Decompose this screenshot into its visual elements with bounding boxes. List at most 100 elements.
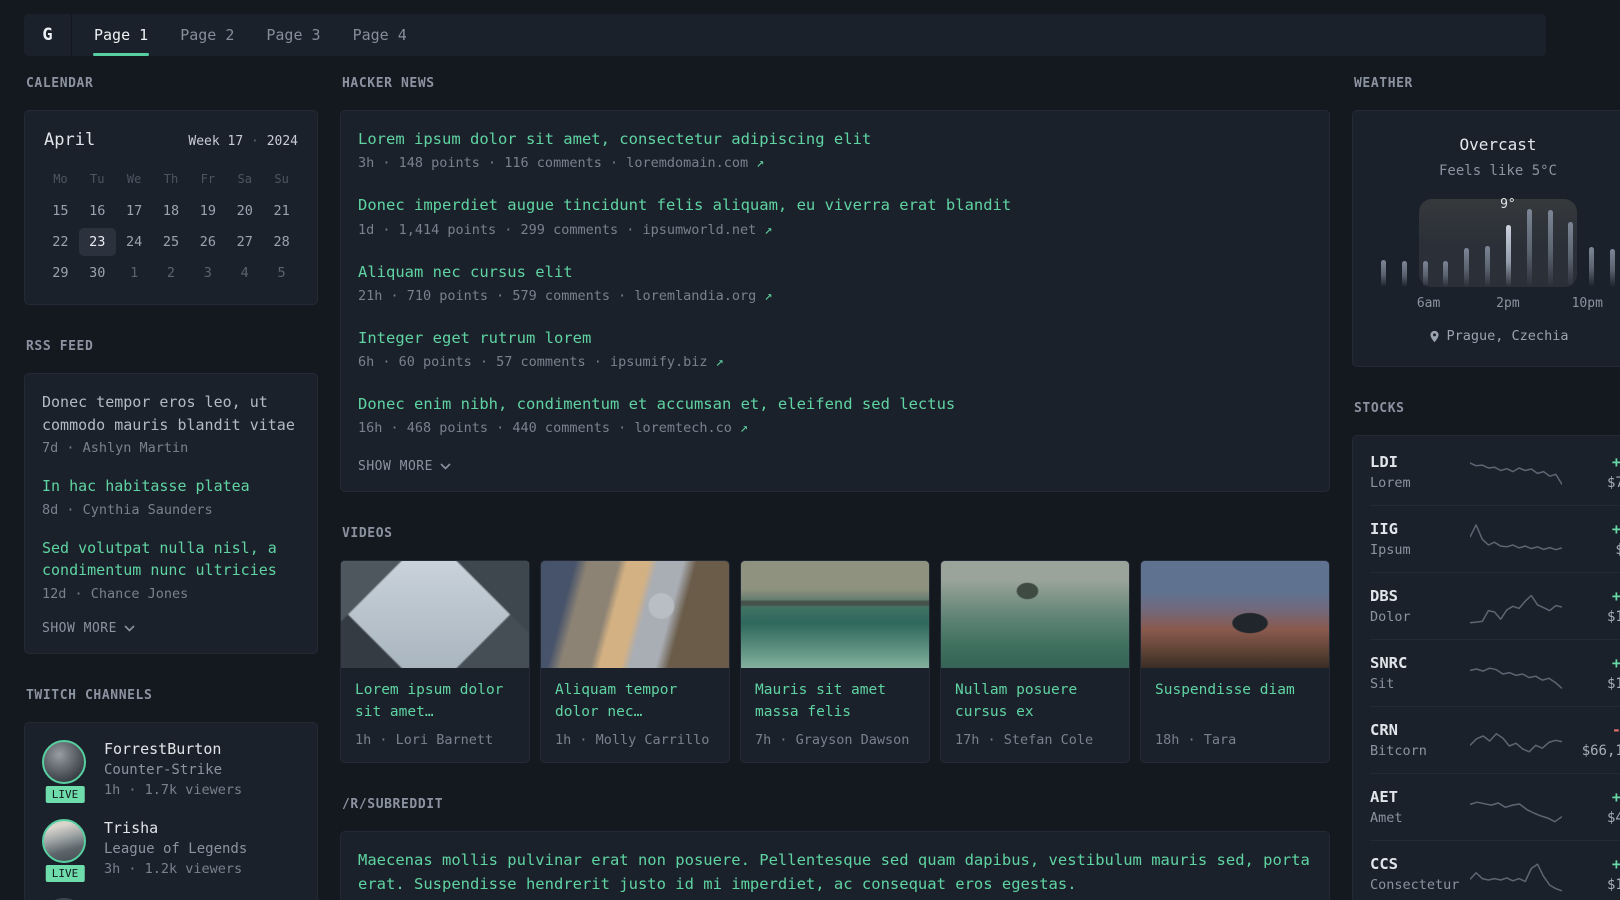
hn-item-domain-link[interactable]: ipsumworld.net ↗ bbox=[642, 222, 772, 238]
center-column: HACKER NEWS Lorem ipsum dolor sit amet, … bbox=[340, 76, 1330, 900]
subreddit-section-title: /R/SUBREDDIT bbox=[342, 797, 444, 813]
hn-item-link[interactable]: Donec enim nibh, condimentum et accumsan… bbox=[358, 393, 1312, 416]
tab-page-1[interactable]: Page 1 bbox=[78, 14, 164, 56]
stock-change: +0.92% bbox=[1611, 788, 1620, 806]
calendar-day-header: Th bbox=[163, 172, 179, 186]
tab-page-2[interactable]: Page 2 bbox=[164, 14, 250, 56]
weather-feels-like: Feels like 5°C bbox=[1438, 163, 1557, 179]
weather-bar bbox=[1422, 261, 1428, 287]
stocks-list: LDI Lorem +4.35% $795.18 IIG Ipsum +2.84% $42.0… bbox=[1370, 439, 1620, 900]
twitch-channel-list: LIVE ForrestBurton Counter-Strike 1h · 1.7k… bbox=[42, 739, 300, 900]
hn-show-more-label: SHOW MORE bbox=[358, 459, 433, 475]
tab-page-3[interactable]: Page 3 bbox=[250, 14, 336, 56]
calendar-day: 17 bbox=[126, 203, 143, 219]
calendar-day: 29 bbox=[52, 265, 69, 281]
hn-item-domain-link[interactable]: ipsumify.biz ↗ bbox=[610, 354, 724, 370]
weather-bar bbox=[1505, 225, 1511, 287]
weather-condition: Overcast bbox=[1459, 135, 1537, 154]
video-title-link[interactable]: Suspendisse diam bbox=[1155, 680, 1315, 724]
rss-show-more-label: SHOW MORE bbox=[42, 620, 117, 636]
rss-item: In hac habitasse platea 8d · Cynthia Saun… bbox=[42, 475, 300, 518]
columns: CALENDAR April Week 17 · 2024 Mo Tu We Th Fr… bbox=[24, 76, 1620, 900]
stock-row[interactable]: SNRC Sit +1.36% $148.64 bbox=[1370, 639, 1620, 706]
stock-row[interactable]: CCS Consectetur +0.51% $165.84 bbox=[1370, 840, 1620, 900]
rss-show-more-button[interactable]: SHOW MORE bbox=[42, 621, 300, 636]
calendar-week-year: Week 17 · 2024 bbox=[188, 134, 298, 149]
stock-row[interactable]: IIG Ipsum +2.84% $42.04 bbox=[1370, 505, 1620, 572]
video-title-link[interactable]: Mauris sit amet massa felis bbox=[755, 680, 915, 724]
stock-ticker: AET bbox=[1370, 788, 1398, 806]
stock-change: +4.35% bbox=[1611, 453, 1620, 471]
channel-avatar bbox=[42, 739, 86, 784]
video-title-link[interactable]: Aliquam tempor dolor nec pharetra… bbox=[555, 680, 715, 724]
subreddit-item-link[interactable]: Maecenas mollis pulvinar erat non posuer… bbox=[358, 849, 1312, 896]
stock-price: $66,171.48 bbox=[1581, 743, 1620, 759]
hn-item-domain-link[interactable]: loremdomain.com ↗ bbox=[626, 155, 764, 171]
stock-values: +2.84% $42.04 bbox=[1570, 520, 1620, 558]
calendar-day: 21 bbox=[273, 203, 290, 219]
calendar-day: 26 bbox=[199, 234, 216, 250]
hacker-news-card: Lorem ipsum dolor sit amet, consectetur … bbox=[340, 110, 1330, 493]
stock-sparkline bbox=[1470, 653, 1562, 693]
video-card[interactable]: Aliquam tempor dolor nec pharetra… 1h · M… bbox=[540, 560, 730, 764]
weather-section: WEATHER Overcast Feels like 5°C 9° 6am 2p… bbox=[1352, 76, 1620, 367]
stock-id: CCS Consectetur bbox=[1370, 855, 1462, 893]
video-card[interactable]: Suspendisse diam 18h · Tara bbox=[1140, 560, 1330, 764]
video-meta: 1h · Molly Carrillo bbox=[555, 732, 710, 749]
stock-row[interactable]: LDI Lorem +4.35% $795.18 bbox=[1370, 439, 1620, 505]
videos-section: VIDEOS Lorem ipsum dolor sit amet consec… bbox=[340, 526, 1330, 764]
tab-page-4[interactable]: Page 4 bbox=[337, 14, 423, 56]
live-badge: LIVE bbox=[43, 862, 87, 884]
calendar-month: April bbox=[44, 130, 96, 150]
calendar-day: 22 bbox=[52, 234, 69, 250]
subreddit-section: /R/SUBREDDIT Maecenas mollis pulvinar er… bbox=[340, 797, 1330, 900]
hn-show-more-button[interactable]: SHOW MORE bbox=[358, 459, 1312, 474]
stock-row[interactable]: AET Amet +0.92% $499.72 bbox=[1370, 773, 1620, 840]
stock-name: Consectetur bbox=[1370, 877, 1460, 893]
stock-price: $156.28 bbox=[1606, 609, 1620, 625]
stock-sparkline bbox=[1470, 720, 1562, 760]
map-pin-icon bbox=[1429, 330, 1439, 342]
hn-item-domain-link[interactable]: loremlandia.org ↗ bbox=[634, 288, 772, 304]
hn-item-link[interactable]: Donec imperdiet augue tincidunt felis al… bbox=[358, 194, 1312, 217]
calendar-year: 2024 bbox=[266, 134, 298, 149]
hn-item-meta: 3h · 148 points · 116 comments · loremdo… bbox=[358, 155, 765, 172]
hn-item-link[interactable]: Aliquam nec cursus elit bbox=[358, 261, 1312, 284]
rss-item-link[interactable]: In hac habitasse platea bbox=[42, 475, 300, 498]
hn-item-link[interactable]: Lorem ipsum dolor sit amet, consectetur … bbox=[358, 128, 1312, 151]
stock-row[interactable]: CRN Bitcorn -1.00% $66,171.48 bbox=[1370, 706, 1620, 773]
calendar-day-header: Mo bbox=[53, 172, 68, 186]
calendar-card: April Week 17 · 2024 Mo Tu We Th Fr Sa Su 15 16 1… bbox=[24, 110, 318, 305]
video-info: Suspendisse diam 18h · Tara bbox=[1141, 668, 1329, 762]
right-column: WEATHER Overcast Feels like 5°C 9° 6am 2p… bbox=[1352, 76, 1620, 900]
channel-name: ForrestBurton bbox=[104, 739, 222, 758]
stock-row[interactable]: DBS Dolor +1.42% $156.28 bbox=[1370, 572, 1620, 639]
twitch-channel-row[interactable]: LIVE Trisha League of Legends 3h · 1.2k vie… bbox=[42, 818, 300, 884]
stock-price: $499.72 bbox=[1606, 810, 1620, 826]
rss-item-link[interactable]: Sed volutpat nulla nisl, a condimentum n… bbox=[42, 537, 300, 582]
video-title-link[interactable]: Nullam posuere cursus ex bbox=[955, 680, 1115, 724]
hn-item-domain-link[interactable]: loremtech.co ↗ bbox=[634, 420, 748, 436]
video-meta: 1h · Lori Barnett bbox=[355, 732, 494, 749]
calendar-day: 23 bbox=[78, 228, 116, 256]
twitch-section-title: TWITCH CHANNELS bbox=[26, 687, 153, 703]
stock-change: +0.51% bbox=[1611, 855, 1620, 873]
hn-item-link[interactable]: Integer eget rutrum lorem bbox=[358, 327, 1312, 350]
stock-values: -1.00% $66,171.48 bbox=[1570, 721, 1620, 759]
video-title-link[interactable]: Lorem ipsum dolor sit amet consectetu… bbox=[355, 680, 515, 724]
calendar-day: 25 bbox=[162, 234, 180, 250]
stock-id: AET Amet bbox=[1370, 788, 1462, 826]
weather-time-label: 10pm bbox=[1571, 296, 1603, 311]
rss-item-link[interactable]: Donec tempor eros leo, ut commodo mauris… bbox=[42, 391, 300, 436]
weather-bar bbox=[1526, 208, 1532, 287]
twitch-channel-row[interactable]: LIVE ForrestBurton Counter-Strike 1h · 1.7k… bbox=[42, 739, 300, 805]
twitch-channel-info: ForrestBurton Counter-Strike 1h · 1.7k vie… bbox=[104, 740, 242, 798]
calendar-separator: · bbox=[251, 134, 259, 149]
channel-avatar bbox=[42, 818, 86, 863]
channel-meta: 1h · 1.7k viewers bbox=[104, 781, 243, 798]
external-link-icon: ↗ bbox=[740, 420, 749, 437]
video-card[interactable]: Nullam posuere cursus ex 17h · Stefan Col… bbox=[940, 560, 1130, 764]
video-card[interactable]: Lorem ipsum dolor sit amet consectetu… 1h… bbox=[340, 560, 530, 764]
calendar-day: 20 bbox=[236, 203, 253, 219]
video-card[interactable]: Mauris sit amet massa felis 7h · Grayson … bbox=[740, 560, 930, 764]
